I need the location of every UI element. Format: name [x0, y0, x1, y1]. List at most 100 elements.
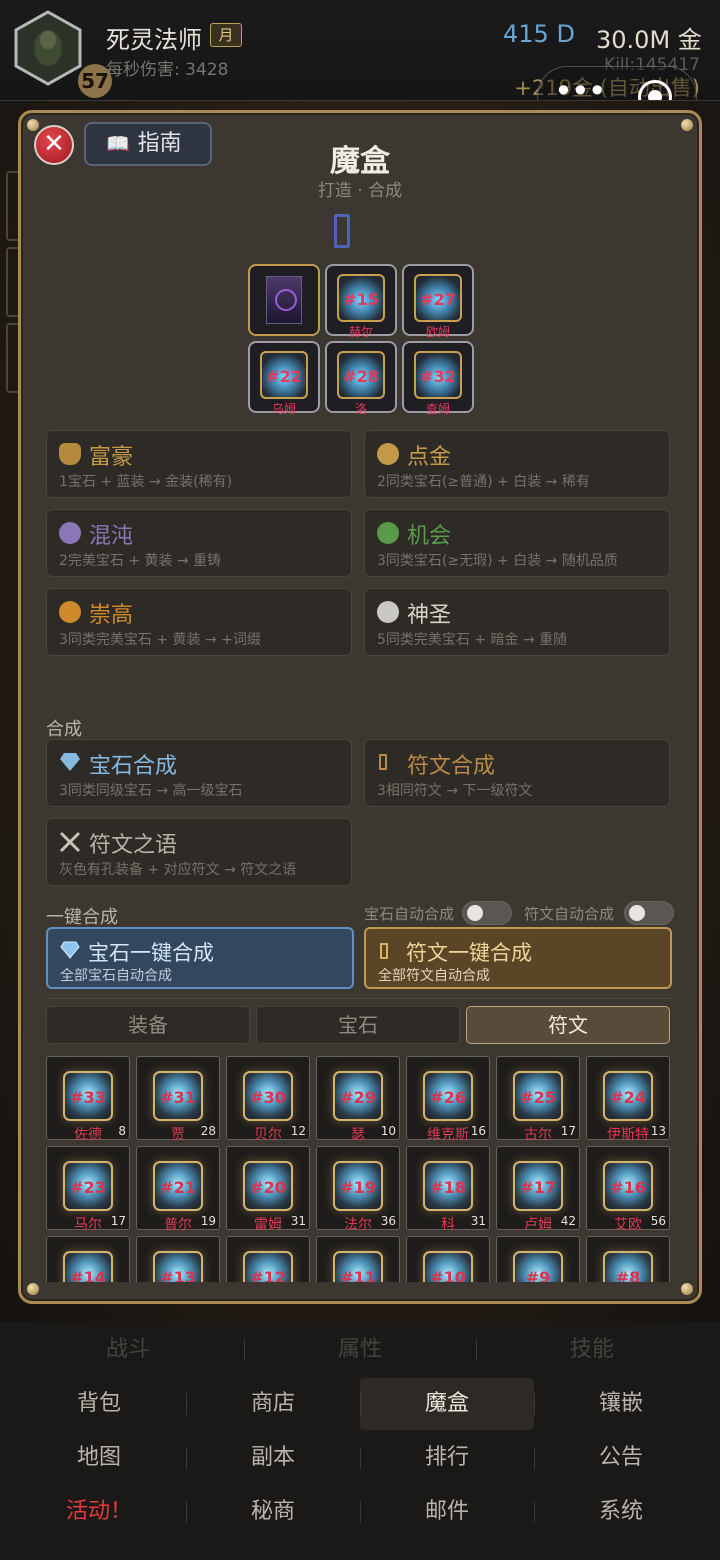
rune-cell[interactable]: #26 维克斯 16	[406, 1056, 490, 1143]
rune-cell[interactable]: #23 马尔 17	[46, 1146, 130, 1233]
slot-rune-number: #15	[343, 290, 379, 309]
craft-slot[interactable]: #15 赫尔	[325, 264, 397, 339]
nav-item-row2-3[interactable]: 镶嵌	[534, 1378, 708, 1430]
recipe-card[interactable]: 崇高 3同类完美宝石 + 黄装 → +词缀	[46, 588, 352, 656]
rune-cell[interactable]: #13	[136, 1236, 220, 1282]
synth-card[interactable]: 宝石合成 3同类同级宝石 → 高一级宝石	[46, 739, 352, 807]
rune-number: #33	[70, 1088, 106, 1107]
rune-auto-toggle[interactable]	[624, 901, 674, 925]
nav-item-row1-0[interactable]: 战斗	[12, 1324, 244, 1376]
top-bar: 57 死灵法师 月 每秒伤害: 3428 415 D 30.0M 金 Kill:…	[0, 0, 720, 126]
gem-onekey-button[interactable]: 宝石一键合成 全部宝石自动合成	[46, 927, 354, 989]
rune-auto-label: 符文自动合成	[524, 905, 615, 923]
rune-number: #29	[340, 1088, 376, 1107]
rune-cell[interactable]: #10	[406, 1236, 490, 1282]
slot-rune-number: #27	[420, 290, 456, 309]
rune-count: 28	[200, 1124, 216, 1138]
gem-auto-toggle[interactable]	[462, 901, 512, 925]
rune-count: 8	[118, 1124, 126, 1138]
rune-cell[interactable]: #21 普尔 19	[136, 1146, 220, 1233]
craft-slot[interactable]	[248, 264, 320, 336]
orange-orb-icon	[59, 601, 81, 623]
synth-card[interactable]: 符文之语 灰色有孔装备 + 对应符文 → 符文之语	[46, 818, 352, 886]
recipe-title: 崇高	[89, 603, 134, 628]
synth-desc: 灰色有孔装备 + 对应符文 → 符文之语	[59, 862, 297, 878]
craft-slot[interactable]: #32 查姆	[402, 341, 474, 416]
rune-number: #9	[525, 1268, 551, 1282]
rune-cell[interactable]: #19 法尔 36	[316, 1146, 400, 1233]
rune-cell[interactable]: #14	[46, 1236, 130, 1282]
recipe-title: 机会	[407, 524, 452, 549]
rune-number: #23	[70, 1178, 106, 1197]
dps-readout: 每秒伤害: 3428	[106, 60, 229, 80]
slot-rune-name: 洛	[354, 402, 367, 416]
rune-cell[interactable]: #20 雷姆 31	[226, 1146, 310, 1233]
rune-cell[interactable]: #33 佐德 8	[46, 1056, 130, 1143]
rune-number: #12	[250, 1268, 286, 1282]
rune-cell[interactable]: #12	[226, 1236, 310, 1282]
recipe-card[interactable]: 富豪 1宝石 + 蓝装 → 金装(稀有)	[46, 430, 352, 498]
diamond-icon	[60, 941, 80, 959]
rune-onekey-button[interactable]: 符文一键合成 全部符文自动合成	[364, 927, 672, 989]
rune-cell[interactable]: #31 贾 28	[136, 1056, 220, 1143]
nav-item-row1-1[interactable]: 属性	[244, 1324, 476, 1376]
nav-item-row4-0[interactable]: 活动！	[12, 1486, 186, 1538]
diamond-count: 415 D	[503, 20, 575, 48]
rune-count: 42	[560, 1214, 576, 1228]
rune-cell[interactable]: #29 瑟 10	[316, 1056, 400, 1143]
rune-icon	[380, 943, 388, 959]
nav-item-row3-0[interactable]: 地图	[12, 1432, 186, 1484]
recipe-card[interactable]: 混沌 2完美宝石 + 黄装 → 重铸	[46, 509, 352, 577]
recipe-card[interactable]: 点金 2同类宝石(≥普通) + 白装 → 稀有	[364, 430, 670, 498]
rune-cell[interactable]: #30 贝尔 12	[226, 1056, 310, 1143]
crossed-swords-icon	[59, 831, 81, 853]
nav-item-row4-2[interactable]: 邮件	[360, 1486, 534, 1538]
rune-cell[interactable]: #18 科 31	[406, 1146, 490, 1233]
nav-item-row2-0[interactable]: 背包	[12, 1378, 186, 1430]
rune-number: #31	[160, 1088, 196, 1107]
craft-slot[interactable]: #27 欧姆	[402, 264, 474, 339]
avatar[interactable]: 57	[14, 10, 112, 98]
rune-onekey-title: 符文一键合成	[406, 941, 532, 965]
rune-cell[interactable]: #25 古尔 17	[496, 1056, 580, 1143]
player-name: 死灵法师	[106, 26, 202, 54]
rune-number: #21	[160, 1178, 196, 1197]
recipe-card[interactable]: 神圣 5同类完美宝石 + 暗金 → 重随	[364, 588, 670, 656]
green-orb-icon	[377, 522, 399, 544]
rune-cell[interactable]: #11	[316, 1236, 400, 1282]
nav-item-row4-1[interactable]: 秘商	[186, 1486, 360, 1538]
recipe-desc: 2完美宝石 + 黄装 → 重铸	[59, 553, 222, 569]
section-divider	[46, 998, 674, 999]
tab-equipment[interactable]: 装备	[46, 1006, 250, 1044]
slot-rune-name: 查姆	[425, 402, 450, 416]
rune-count: 31	[290, 1214, 306, 1228]
rune-cell[interactable]: #8	[586, 1236, 670, 1282]
recipe-card[interactable]: 机会 3同类宝石(≥无瑕) + 白装 → 随机品质	[364, 509, 670, 577]
nav-item-row2-2[interactable]: 魔盒	[360, 1378, 534, 1430]
nav-row-world: 地图 副本 排行 公告	[12, 1432, 708, 1484]
nav-item-row1-2[interactable]: 技能	[476, 1324, 708, 1376]
gold-count: 30.0M 金	[596, 26, 702, 54]
nav-item-row2-1[interactable]: 商店	[186, 1378, 360, 1430]
synth-card[interactable]: 符文合成 3相同符文 → 下一级符文	[364, 739, 670, 807]
recipe-desc: 2同类宝石(≥普通) + 白装 → 稀有	[377, 474, 590, 490]
nav-item-row3-1[interactable]: 副本	[186, 1432, 360, 1484]
rune-cell[interactable]: #16 艾欧 56	[586, 1146, 670, 1233]
month-card-badge[interactable]: 月	[210, 23, 242, 47]
craft-slot[interactable]: #28 洛	[325, 341, 397, 416]
rune-cell[interactable]: #24 伊斯特 13	[586, 1056, 670, 1143]
tab-runes[interactable]: 符文	[466, 1006, 670, 1044]
rune-name: 佐德	[74, 1127, 102, 1143]
recipe-desc: 3同类宝石(≥无瑕) + 白装 → 随机品质	[377, 553, 618, 569]
nav-item-row3-3[interactable]: 公告	[534, 1432, 708, 1484]
nav-item-row4-3[interactable]: 系统	[534, 1486, 708, 1538]
rune-inventory-grid: #33 佐德 8 #31 贾 28 #30 贝尔 12 #29 瑟 10 #26 维克斯 16 #25 古尔 17…	[46, 1056, 674, 1282]
recipe-desc: 5同类完美宝石 + 暗金 → 重随	[377, 632, 568, 648]
tab-gems[interactable]: 宝石	[256, 1006, 460, 1044]
modal-subtitle: 打造 · 合成	[317, 181, 403, 201]
rune-cell[interactable]: #9	[496, 1236, 580, 1282]
diamond-icon	[59, 752, 81, 774]
nav-item-row3-2[interactable]: 排行	[360, 1432, 534, 1484]
craft-slot[interactable]: #22 乌姆	[248, 341, 320, 416]
rune-cell[interactable]: #17 卢姆 42	[496, 1146, 580, 1233]
